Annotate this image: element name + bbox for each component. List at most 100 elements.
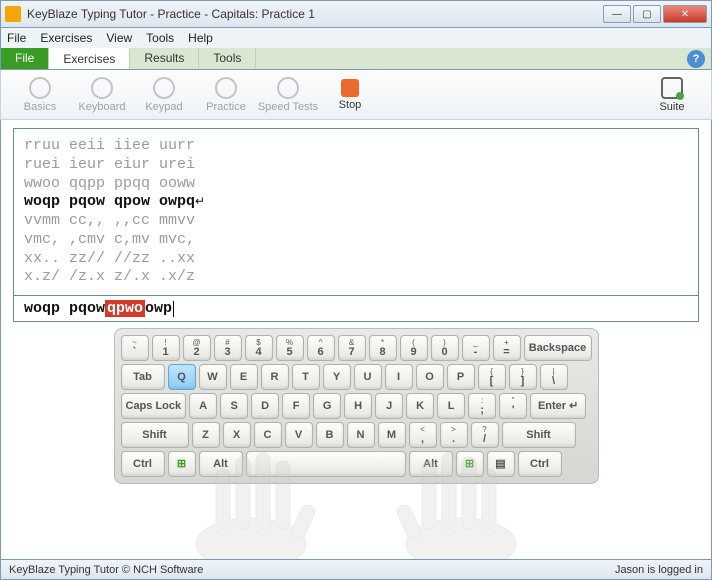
- key-a: A: [189, 393, 217, 419]
- toolbar-basics[interactable]: Basics: [9, 77, 71, 113]
- key: >.: [440, 422, 468, 448]
- key-k: K: [406, 393, 434, 419]
- key: ?/: [471, 422, 499, 448]
- keyboard-visual: ~`!1@2#3$4%5^6&7*8(9)0_-+=BackspaceTabQW…: [13, 328, 699, 555]
- key-n: N: [347, 422, 375, 448]
- key-space: [246, 451, 406, 477]
- key: +=: [493, 335, 521, 361]
- status-right: Jason is logged in: [615, 564, 703, 576]
- toolbar: Basics Keyboard Keypad Practice Speed Te…: [0, 70, 712, 120]
- key-c: C: [254, 422, 282, 448]
- typing-line: wwoo qqpp ppqq ooww: [24, 175, 688, 194]
- tab-tools[interactable]: Tools: [199, 48, 256, 69]
- key-win-left: ⊞: [168, 451, 196, 477]
- key: @2: [183, 335, 211, 361]
- key-h: H: [344, 393, 372, 419]
- onscreen-keyboard: ~`!1@2#3$4%5^6&7*8(9)0_-+=BackspaceTabQW…: [114, 328, 599, 484]
- key-backspace: Backspace: [524, 335, 592, 361]
- tabstrip: File Exercises Results Tools ?: [0, 48, 712, 70]
- key-tab: Tab: [121, 364, 165, 390]
- key: }]: [509, 364, 537, 390]
- toolbar-practice[interactable]: Practice: [195, 77, 257, 113]
- menu-view[interactable]: View: [106, 31, 132, 45]
- key-e: E: [230, 364, 258, 390]
- key-l: L: [437, 393, 465, 419]
- menu-exercises[interactable]: Exercises: [40, 31, 92, 45]
- key-p: P: [447, 364, 475, 390]
- key: &7: [338, 335, 366, 361]
- keyboard-row: ShiftZXCVBNM<,>.?/Shift: [121, 422, 592, 448]
- key-t: T: [292, 364, 320, 390]
- key-ctrl-right: Ctrl: [518, 451, 562, 477]
- menu-help[interactable]: Help: [188, 31, 213, 45]
- window-title: KeyBlaze Typing Tutor - Practice - Capit…: [27, 7, 603, 21]
- key-x: X: [223, 422, 251, 448]
- toolbar-keyboard[interactable]: Keyboard: [71, 77, 133, 113]
- input-wrong: qpwo: [105, 300, 145, 317]
- window-controls: — ▢ ✕: [603, 5, 707, 23]
- key: %5: [276, 335, 304, 361]
- toolbar-stop[interactable]: Stop: [319, 79, 381, 111]
- toolbar-keypad[interactable]: Keypad: [133, 77, 195, 113]
- keyboard-row: Ctrl⊞AltAlt⊞▤Ctrl: [121, 451, 592, 477]
- key: |\: [540, 364, 568, 390]
- key-win-right: ⊞: [456, 451, 484, 477]
- practice-icon: [215, 77, 237, 99]
- tab-file[interactable]: File: [1, 48, 49, 69]
- key: ~`: [121, 335, 149, 361]
- titlebar: KeyBlaze Typing Tutor - Practice - Capit…: [0, 0, 712, 28]
- close-button[interactable]: ✕: [663, 5, 707, 23]
- key-shift-right: Shift: [502, 422, 576, 448]
- keyboard-row: ~`!1@2#3$4%5^6&7*8(9)0_-+=Backspace: [121, 335, 592, 361]
- key-m: M: [378, 422, 406, 448]
- input-pre: woqp pqow: [24, 300, 105, 317]
- typing-line: x.z/ /z.x z/.x .x/z: [24, 268, 688, 287]
- key-menu: ▤: [487, 451, 515, 477]
- basics-icon: [29, 77, 51, 99]
- input-post: owp: [145, 300, 172, 317]
- tab-exercises[interactable]: Exercises: [49, 48, 130, 69]
- key: {[: [478, 364, 506, 390]
- key: )0: [431, 335, 459, 361]
- key: *8: [369, 335, 397, 361]
- key-f: F: [282, 393, 310, 419]
- maximize-button[interactable]: ▢: [633, 5, 661, 23]
- key-u: U: [354, 364, 382, 390]
- typing-line: vvmm cc,, ,,cc mmvv: [24, 212, 688, 231]
- key-q: Q: [168, 364, 196, 390]
- key-ctrl-left: Ctrl: [121, 451, 165, 477]
- help-icon[interactable]: ?: [687, 50, 705, 68]
- key-s: S: [220, 393, 248, 419]
- minimize-button[interactable]: —: [603, 5, 631, 23]
- menu-file[interactable]: File: [7, 31, 26, 45]
- key: "': [499, 393, 527, 419]
- key-v: V: [285, 422, 313, 448]
- key: !1: [152, 335, 180, 361]
- typing-input-line[interactable]: woqp pqow qpwo owp: [13, 296, 699, 322]
- toolbar-suite[interactable]: Suite: [641, 77, 703, 113]
- key-b: B: [316, 422, 344, 448]
- key-g: G: [313, 393, 341, 419]
- keypad-icon: [153, 77, 175, 99]
- content-area: rruu eeii iiee uurrruei ieur eiur ureiww…: [0, 120, 712, 560]
- key-capslock: Caps Lock: [121, 393, 187, 419]
- key-alt-left: Alt: [199, 451, 243, 477]
- tab-results[interactable]: Results: [130, 48, 199, 69]
- menubar: File Exercises View Tools Help: [0, 28, 712, 48]
- key-i: I: [385, 364, 413, 390]
- status-left: KeyBlaze Typing Tutor © NCH Software: [9, 564, 203, 576]
- toolbar-speedtests[interactable]: Speed Tests: [257, 77, 319, 113]
- key-y: Y: [323, 364, 351, 390]
- key-z: Z: [192, 422, 220, 448]
- enter-glyph-icon: ↵: [195, 195, 205, 209]
- typing-line: ruei ieur eiur urei: [24, 156, 688, 175]
- typing-line: woqp pqow qpow owpq↵: [24, 193, 688, 212]
- stop-icon: [341, 79, 359, 97]
- key-d: D: [251, 393, 279, 419]
- key: <,: [409, 422, 437, 448]
- key: ^6: [307, 335, 335, 361]
- menu-tools[interactable]: Tools: [146, 31, 174, 45]
- key: #3: [214, 335, 242, 361]
- key: :;: [468, 393, 496, 419]
- typing-line: xx.. zz// //zz ..xx: [24, 250, 688, 269]
